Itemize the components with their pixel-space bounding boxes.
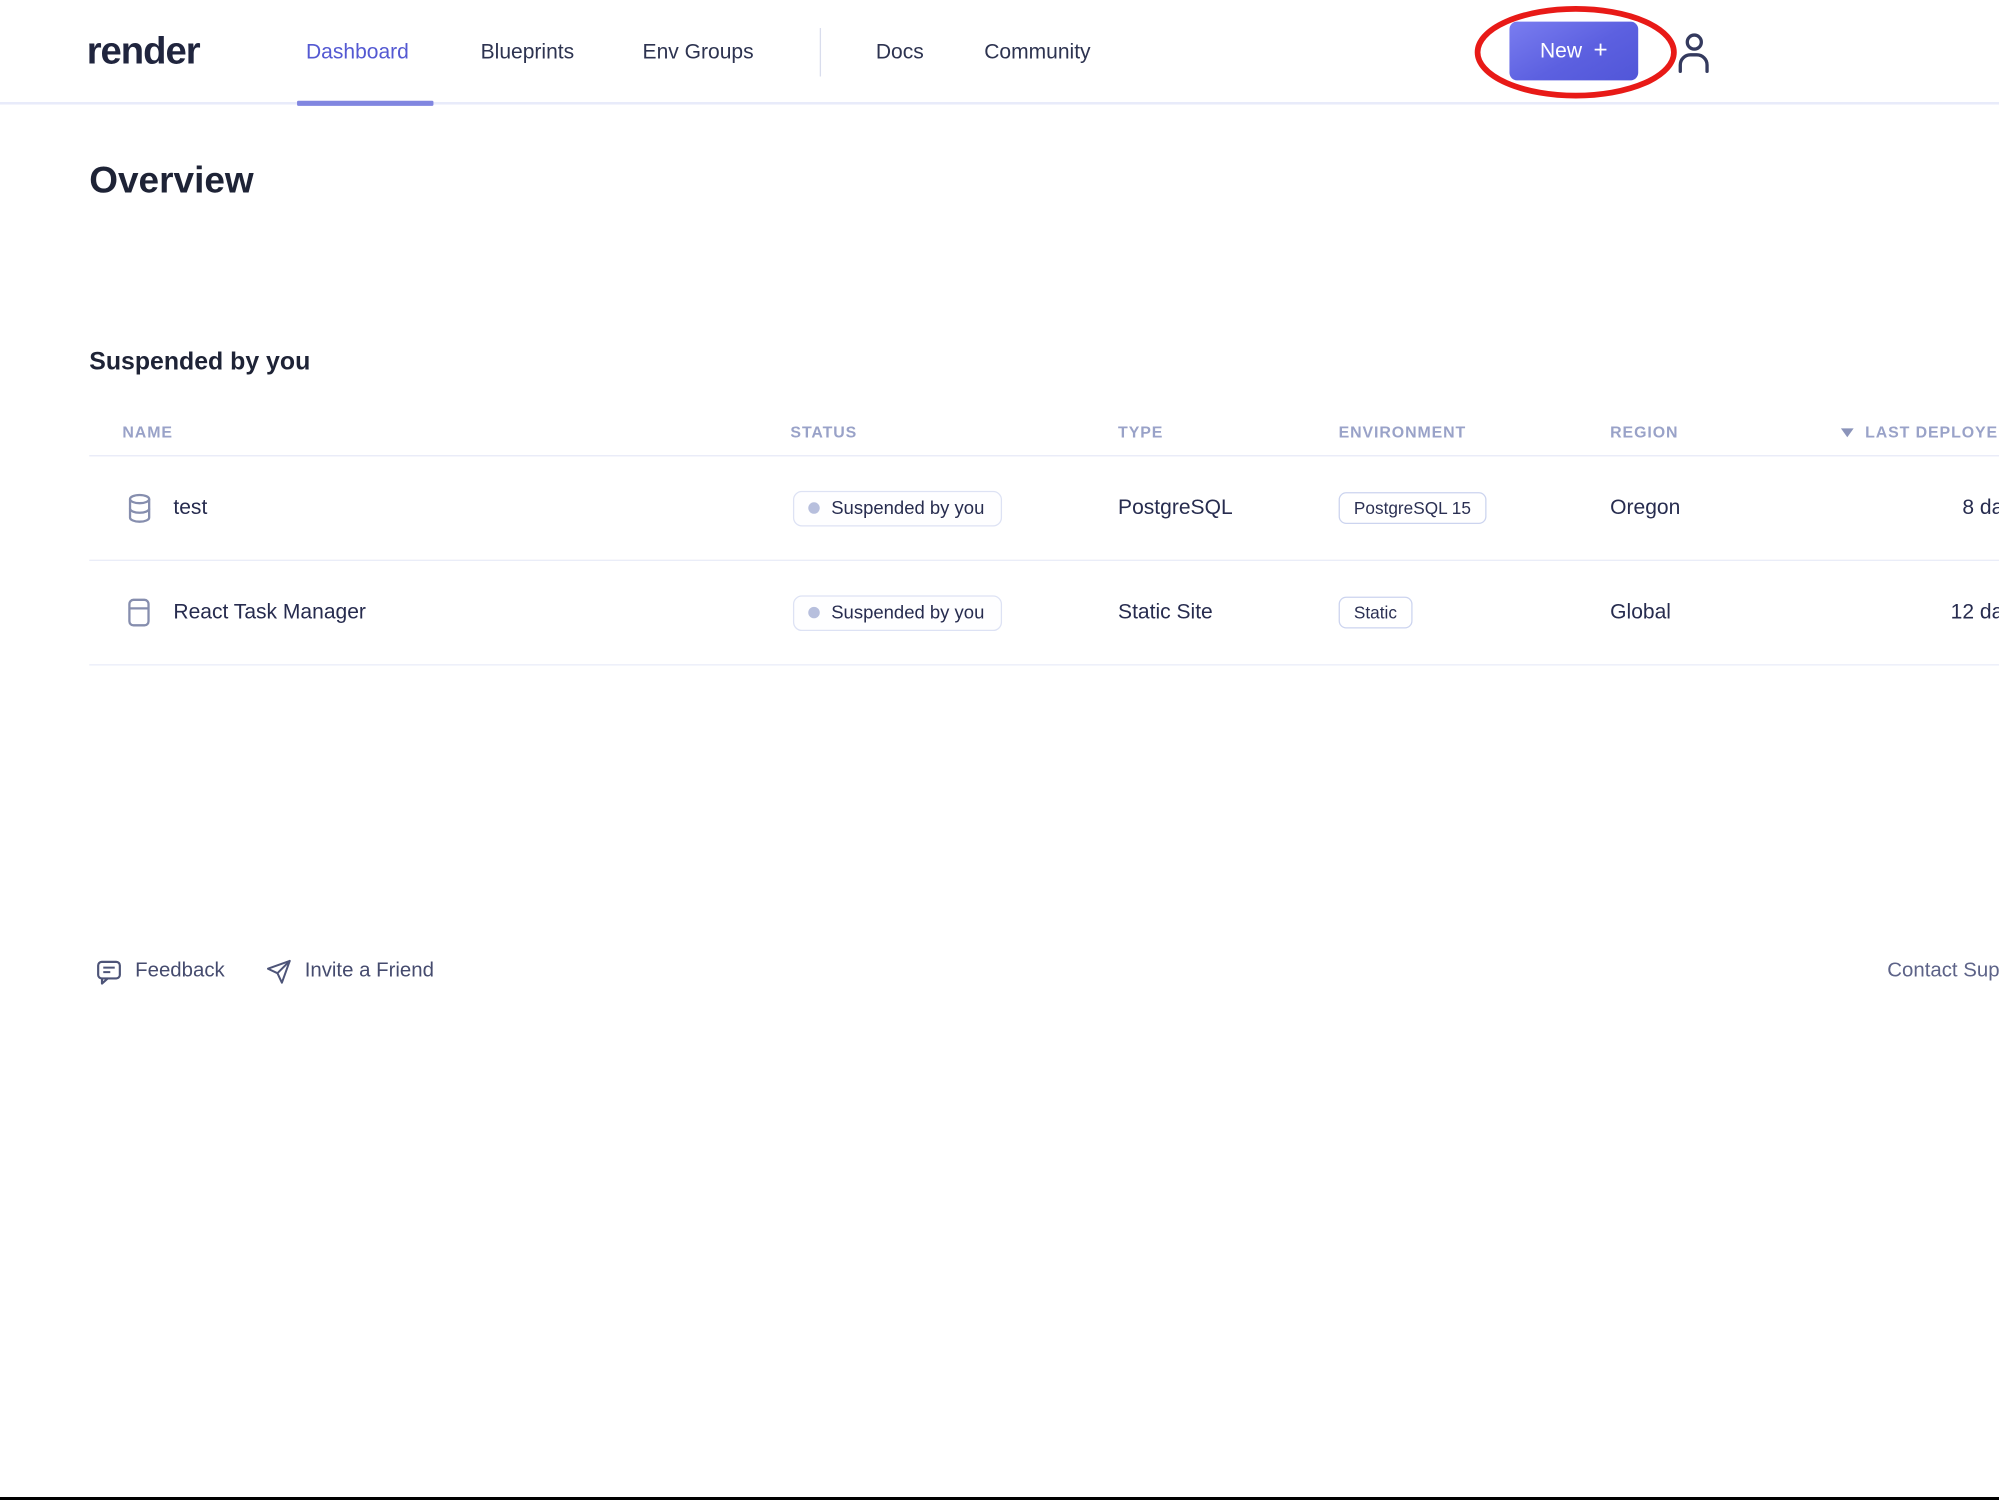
static-site-icon: [127, 561, 150, 664]
status-badge: Suspended by you: [793, 490, 1002, 526]
profile-menu-button[interactable]: [1673, 28, 1714, 76]
service-region: Global: [1610, 561, 1671, 664]
nav-community[interactable]: Community: [984, 0, 1090, 105]
table-header-row: NAME STATUS TYPE ENVIRONMENT REGION LAST…: [0, 423, 1999, 456]
status-badge: Suspended by you: [793, 595, 1002, 631]
sort-desc-icon: [1841, 428, 1854, 437]
service-type: PostgreSQL: [1118, 456, 1233, 559]
service-name-link[interactable]: test: [173, 496, 207, 520]
nav-env-groups[interactable]: Env Groups: [643, 0, 754, 105]
invite-friend-link[interactable]: Invite a Friend: [265, 954, 434, 990]
last-deployed: 12 days ago: [1785, 561, 1999, 664]
status-dot-icon: [808, 607, 819, 618]
status-dot-icon: [808, 502, 819, 513]
service-region: Oregon: [1610, 456, 1680, 559]
column-header-status[interactable]: STATUS: [790, 423, 857, 441]
page-title: Overview: [89, 161, 253, 203]
nav-docs[interactable]: Docs: [876, 0, 924, 105]
table-row[interactable]: React Task Manager Suspended by you Stat…: [89, 561, 1999, 666]
column-header-region[interactable]: REGION: [1610, 423, 1678, 441]
app-window: render Dashboard Blueprints Env Groups D…: [0, 0, 1999, 1500]
column-header-environment[interactable]: ENVIRONMENT: [1339, 423, 1467, 441]
column-header-name[interactable]: NAME: [122, 423, 172, 441]
column-header-last-deployed[interactable]: LAST DEPLOYED: [1841, 423, 1999, 441]
new-button-label: New: [1540, 39, 1582, 63]
active-tab-underline: [297, 101, 433, 106]
nav-dashboard[interactable]: Dashboard: [306, 0, 409, 105]
nav-divider: [820, 28, 821, 76]
section-heading: Suspended by you: [89, 348, 310, 377]
user-icon: [1674, 29, 1712, 75]
environment-badge: Static: [1339, 597, 1413, 629]
service-name-link[interactable]: React Task Manager: [173, 600, 366, 624]
contact-support-link[interactable]: Contact Support: [1785, 954, 1999, 990]
environment-badge: PostgreSQL 15: [1339, 492, 1487, 524]
top-navigation: render Dashboard Blueprints Env Groups D…: [0, 0, 1999, 105]
nav-blueprints[interactable]: Blueprints: [481, 0, 575, 105]
feedback-bubble-icon: [96, 958, 123, 985]
paper-plane-icon: [265, 958, 292, 985]
plus-icon: +: [1594, 36, 1608, 64]
service-type: Static Site: [1118, 561, 1213, 664]
database-icon: [127, 456, 151, 559]
last-deployed: 8 days ago: [1785, 456, 1999, 559]
table-row[interactable]: test Suspended by you PostgreSQL Postgre…: [89, 456, 1999, 561]
new-button[interactable]: New +: [1509, 22, 1638, 81]
column-header-type[interactable]: TYPE: [1118, 423, 1163, 441]
feedback-link[interactable]: Feedback: [96, 954, 225, 990]
render-logo[interactable]: render: [87, 0, 200, 105]
